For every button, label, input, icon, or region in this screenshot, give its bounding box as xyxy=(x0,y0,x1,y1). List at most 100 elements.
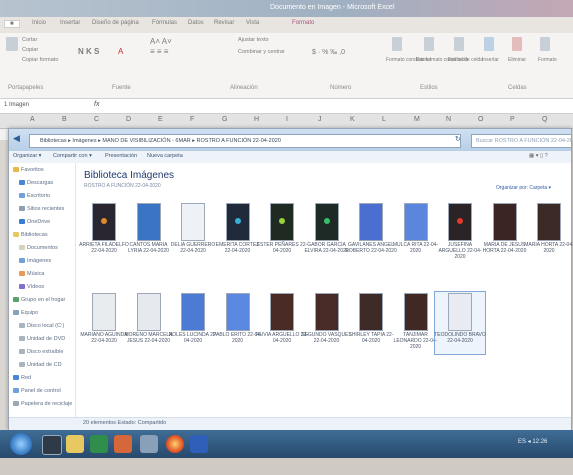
column-header[interactable]: B xyxy=(62,116,67,123)
column-header[interactable]: C xyxy=(94,116,99,123)
nav-item[interactable]: Equipo xyxy=(13,310,38,316)
conditional-format-icon[interactable] xyxy=(392,37,402,51)
nav-item[interactable]: Favoritos xyxy=(13,167,44,173)
start-button[interactable] xyxy=(10,433,32,455)
column-header[interactable]: H xyxy=(254,116,259,123)
column-header[interactable]: J xyxy=(318,116,322,123)
nav-item[interactable]: Red xyxy=(13,375,31,381)
nav-item[interactable]: Unidad de DVD xyxy=(19,336,65,342)
search-input[interactable]: Buscar ROSTRO A FUNCIÓN 22-04-2020 xyxy=(471,134,572,148)
nav-item[interactable]: Bibliotecas xyxy=(13,232,48,238)
nav-item[interactable]: Grupo en el hogar xyxy=(13,297,65,303)
file-thumbnail[interactable]: MARIA HORTA 22-04-2020 xyxy=(523,203,573,285)
bold-italic-underline-icons[interactable]: N K S xyxy=(78,47,99,56)
tab-diseno[interactable]: Diseño de página xyxy=(92,20,139,26)
tab-inicio[interactable]: Inicio xyxy=(32,20,46,26)
preview-dot xyxy=(234,218,241,224)
tab-formulas[interactable]: Fórmulas xyxy=(152,20,177,26)
new-folder-button[interactable]: Nueva carpeta xyxy=(147,153,183,159)
column-header[interactable]: K xyxy=(350,116,355,123)
preview-dot xyxy=(457,218,463,224)
column-header[interactable]: A xyxy=(30,116,35,123)
view-icons[interactable]: ▦ ▾ ▯ ? xyxy=(529,153,548,159)
nav-item[interactable]: Documentos xyxy=(19,245,58,251)
organize-button[interactable]: Organizar ▾ xyxy=(13,153,41,159)
nav-item[interactable]: Disco local (C:) xyxy=(19,323,64,329)
fx-icon[interactable]: fx xyxy=(94,101,99,108)
align-icons[interactable]: ≡ ≡ ≡ xyxy=(150,47,168,56)
column-header[interactable]: Q xyxy=(542,116,547,123)
nav-item[interactable]: Música xyxy=(19,271,44,277)
nav-item[interactable]: Sitios recientes xyxy=(19,206,64,212)
tab-formato[interactable]: Formato xyxy=(292,20,314,26)
taskbar-excel-icon[interactable] xyxy=(90,435,108,453)
delete-cells-icon[interactable] xyxy=(512,37,522,51)
column-header[interactable]: P xyxy=(510,116,515,123)
format-cells-icon[interactable] xyxy=(540,37,550,51)
copy-button[interactable]: Copiar xyxy=(22,47,38,53)
taskbar-browser-icon[interactable] xyxy=(166,435,184,453)
delete-cells-button[interactable]: Eliminar xyxy=(508,57,526,63)
nav-item[interactable]: Descargas xyxy=(19,180,53,186)
file-thumbnail[interactable]: TEODOLINDO BRAVO 22-04-2020 xyxy=(434,291,486,375)
taskbar-folder-icon[interactable] xyxy=(66,435,84,453)
column-header[interactable]: G xyxy=(222,116,227,123)
name-box[interactable]: 1 Imagen xyxy=(4,102,29,108)
slideshow-button[interactable]: Presentación xyxy=(105,153,137,159)
cell-styles-button[interactable]: Estilos de celda xyxy=(448,57,483,63)
taskbar-app-icon[interactable] xyxy=(140,435,158,453)
tab-vista[interactable]: Vista xyxy=(246,20,259,26)
nav-item[interactable]: Papelera de reciclaje xyxy=(13,401,72,407)
merge-center-button[interactable]: Combinar y centrar xyxy=(238,49,285,55)
insert-cells-button[interactable]: Insertar xyxy=(482,57,499,63)
arrange-by-dropdown[interactable]: Organizar por: Carpeta ▾ xyxy=(496,185,551,191)
font-size-icon[interactable]: A˄ A˅ xyxy=(150,37,172,46)
nav-folder-icon xyxy=(19,180,25,186)
tab-datos[interactable]: Datos xyxy=(188,20,204,26)
paste-icon[interactable] xyxy=(6,37,18,51)
taskbar-powerpoint-icon[interactable] xyxy=(114,435,132,453)
column-header[interactable]: I xyxy=(286,116,288,123)
nav-folder-icon xyxy=(13,232,19,238)
taskbar-word-icon[interactable] xyxy=(190,435,208,453)
nav-item[interactable]: OneDrive xyxy=(19,219,50,225)
cut-button[interactable]: Cortar xyxy=(22,37,37,43)
back-icon[interactable]: ◀ xyxy=(13,133,20,144)
nav-item-label: Vídeos xyxy=(27,284,45,290)
nav-folder-icon xyxy=(13,375,19,381)
nav-item[interactable]: Unidad de CD xyxy=(19,362,62,368)
nav-item[interactable]: Disco extraíble xyxy=(19,349,63,355)
path-field[interactable]: Bibliotecas ▸ Imágenes ▸ MANO DE VISIBIL… xyxy=(29,134,461,148)
nav-item[interactable]: Escritorio xyxy=(19,193,50,199)
tab-archivo[interactable]: ■ xyxy=(4,20,20,28)
number-format-icons[interactable]: $ · % ‰ ,0 xyxy=(312,49,345,56)
insert-cells-icon[interactable] xyxy=(484,37,494,51)
nav-item-label: Unidad de DVD xyxy=(27,336,66,342)
image-preview xyxy=(225,203,250,241)
column-header[interactable]: E xyxy=(158,116,163,123)
column-header[interactable]: O xyxy=(478,116,483,123)
column-header[interactable]: M xyxy=(414,116,420,123)
format-cells-button[interactable]: Formato xyxy=(538,57,557,63)
tab-revisar[interactable]: Revisar xyxy=(214,20,234,26)
tab-insertar[interactable]: Insertar xyxy=(60,20,80,26)
nav-item[interactable]: Panel de control xyxy=(13,388,61,394)
cell-styles-icon[interactable] xyxy=(454,37,464,51)
format-painter-button[interactable]: Copiar formato xyxy=(22,57,58,63)
image-preview xyxy=(136,293,161,331)
table-format-icon[interactable] xyxy=(424,37,434,51)
refresh-icon[interactable]: ↻ xyxy=(455,135,461,143)
nav-item[interactable]: Imágenes xyxy=(19,258,51,264)
nav-item[interactable]: Vídeos xyxy=(19,284,44,290)
column-header[interactable]: F xyxy=(190,116,194,123)
share-button[interactable]: Compartir con ▾ xyxy=(53,153,92,159)
image-preview xyxy=(314,293,339,331)
taskbar-media-icon[interactable] xyxy=(42,435,62,455)
font-color-icon[interactable]: A xyxy=(118,47,123,56)
column-header[interactable]: D xyxy=(126,116,131,123)
preview-dot xyxy=(323,218,330,224)
column-header[interactable]: L xyxy=(382,116,386,123)
column-header[interactable]: N xyxy=(446,116,451,123)
image-preview xyxy=(359,203,383,241)
wrap-text-button[interactable]: Ajustar texto xyxy=(238,37,269,43)
